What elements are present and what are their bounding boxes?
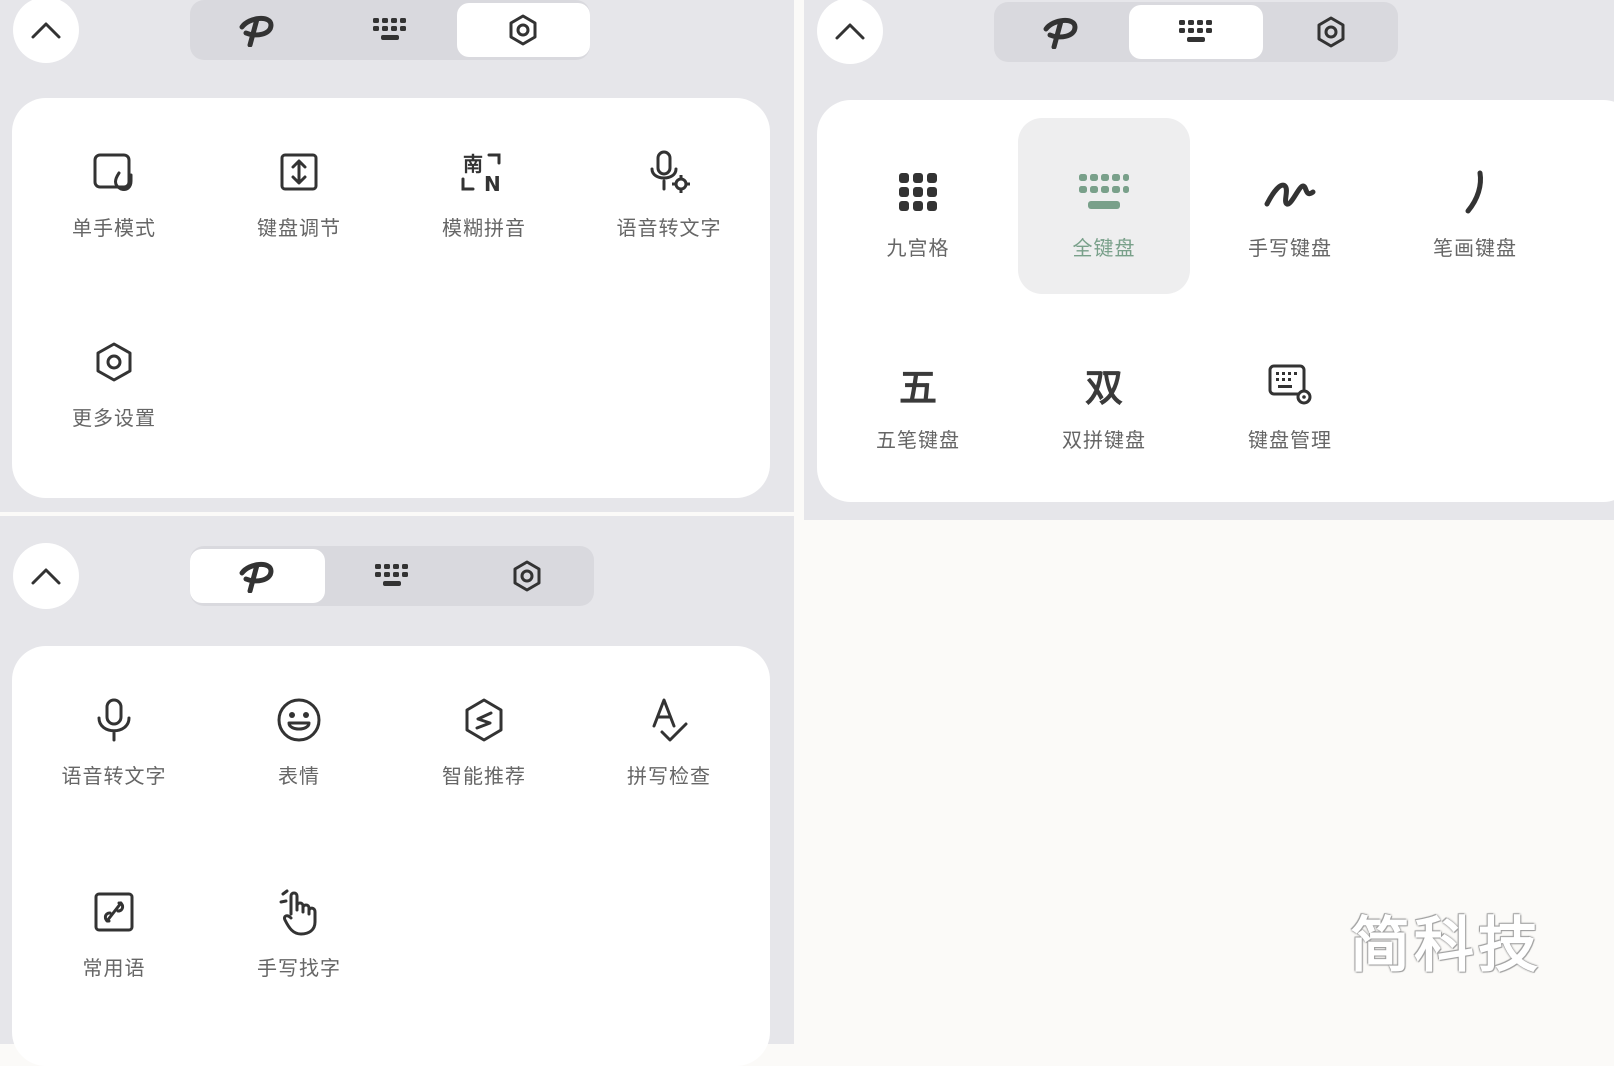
shuangpin-icon: 双 [1084,365,1123,410]
settings-card: 单手模式 键盘调节 南N 模糊拼音 语音转文字 更多设置 [12,98,770,498]
tab-settings[interactable] [459,549,594,603]
wubi-keyboard-item[interactable]: 五 五笔键盘 [832,310,1004,486]
keyboard-icon [372,18,406,40]
one-hand-mode-item[interactable]: 单手模式 [28,98,200,274]
full-keyboard-icon [1079,174,1129,209]
tab-keyboard[interactable] [1128,5,1264,59]
tab-settings[interactable] [1263,5,1398,59]
voice-to-text-item[interactable]: 语音转文字 [583,98,755,274]
panel-tabbar [190,546,594,606]
chevron-up-icon [835,23,865,40]
fuzzy-pinyin-icon: 南N [461,152,501,195]
hand-write-find-icon [279,889,317,936]
keyboard-manage-item[interactable]: 键盘管理 [1204,310,1376,486]
spell-check-icon [652,698,688,742]
item-label: 全键盘 [1072,238,1136,260]
stroke-keyboard-item[interactable]: 笔画键盘 [1389,118,1561,294]
item-label: 九宫格 [886,238,950,260]
gear-icon [513,560,541,592]
wubi-icon: 五 [898,365,937,410]
svg-text:N: N [484,172,501,195]
handwriting-icon [1264,182,1316,207]
tab-logo[interactable] [994,5,1129,59]
tab-logo[interactable] [190,549,325,603]
features-card: 语音转文字 表情 智能推荐 拼写检查 常用语 手写找字 [12,646,770,1066]
tab-settings[interactable] [456,3,590,57]
item-label: 模糊拼音 [442,218,526,240]
panel-tabbar [190,0,590,60]
emoji-item[interactable]: 表情 [213,646,385,822]
item-label: 更多设置 [72,408,156,430]
keyboards-card: 九宫格 全键盘 手写键盘 笔画键盘 五 五笔键盘 双 双拼键盘 键盘管理 [817,100,1614,502]
p-logo-icon [239,16,274,47]
svg-text:南: 南 [463,152,483,176]
chevron-up-icon [31,568,61,585]
item-label: 笔画键盘 [1433,238,1517,260]
spell-check-item[interactable]: 拼写检查 [583,646,755,822]
voice-to-text-item[interactable]: 语音转文字 [28,646,200,822]
item-label: 表情 [278,766,320,788]
gear-icon [96,342,132,382]
gear-icon [1317,16,1345,48]
gear-icon [509,14,537,46]
collapse-button[interactable] [817,0,883,64]
full-keyboard-item[interactable]: 全键盘 [1018,118,1190,294]
fuzzy-pinyin-item[interactable]: 南N 模糊拼音 [398,98,570,274]
tab-keyboard[interactable] [323,3,456,57]
voice-settings-icon [650,150,690,193]
item-label: 键盘管理 [1248,430,1332,452]
keyboard-manage-icon [1268,364,1312,405]
item-label: 五笔键盘 [876,430,960,452]
item-label: 语音转文字 [616,218,722,240]
p-logo-icon [1043,18,1078,49]
item-label: 手写键盘 [1248,238,1332,260]
stroke-icon [1465,170,1483,214]
common-phrases-item[interactable]: 常用语 [28,838,200,1014]
settings-panel: 单手模式 键盘调节 南N 模糊拼音 语音转文字 更多设置 [0,0,794,512]
watermark: 简科技 [1350,912,1542,979]
features-panel: 语音转文字 表情 智能推荐 拼写检查 常用语 手写找字 [0,516,794,1066]
keyboard-icon [1179,20,1212,42]
microphone-icon [97,698,131,742]
handwrite-find-item[interactable]: 手写找字 [213,838,385,1014]
collapse-button[interactable] [13,0,79,63]
panel-tabbar [994,2,1398,62]
one-hand-icon [93,153,133,191]
emoji-icon [277,698,321,742]
nine-grid-icon [899,173,937,211]
handwriting-keyboard-item[interactable]: 手写键盘 [1204,118,1376,294]
resize-icon [280,153,318,191]
chevron-up-icon [31,22,61,39]
nine-grid-item[interactable]: 九宫格 [832,118,1004,294]
item-label: 语音转文字 [61,766,167,788]
item-label: 智能推荐 [442,766,526,788]
keyboard-adjust-item[interactable]: 键盘调节 [213,98,385,274]
item-label: 手写找字 [257,958,341,980]
keyboards-panel: 九宫格 全键盘 手写键盘 笔画键盘 五 五笔键盘 双 双拼键盘 键盘管理 [804,0,1614,520]
phrases-icon [94,892,134,932]
p-logo-icon [239,562,274,593]
keyboard-icon [375,564,408,586]
smart-recommend-icon [465,698,503,742]
shuangpin-keyboard-item[interactable]: 双 双拼键盘 [1018,310,1190,486]
more-settings-item[interactable]: 更多设置 [28,288,200,464]
item-label: 常用语 [82,958,146,980]
item-label: 单手模式 [72,218,156,240]
collapse-button[interactable] [13,543,79,609]
tab-keyboard[interactable] [325,549,460,603]
item-label: 双拼键盘 [1062,430,1146,452]
smart-recommend-item[interactable]: 智能推荐 [398,646,570,822]
item-label: 键盘调节 [257,218,341,240]
item-label: 拼写检查 [627,766,711,788]
tab-logo[interactable] [190,3,323,57]
